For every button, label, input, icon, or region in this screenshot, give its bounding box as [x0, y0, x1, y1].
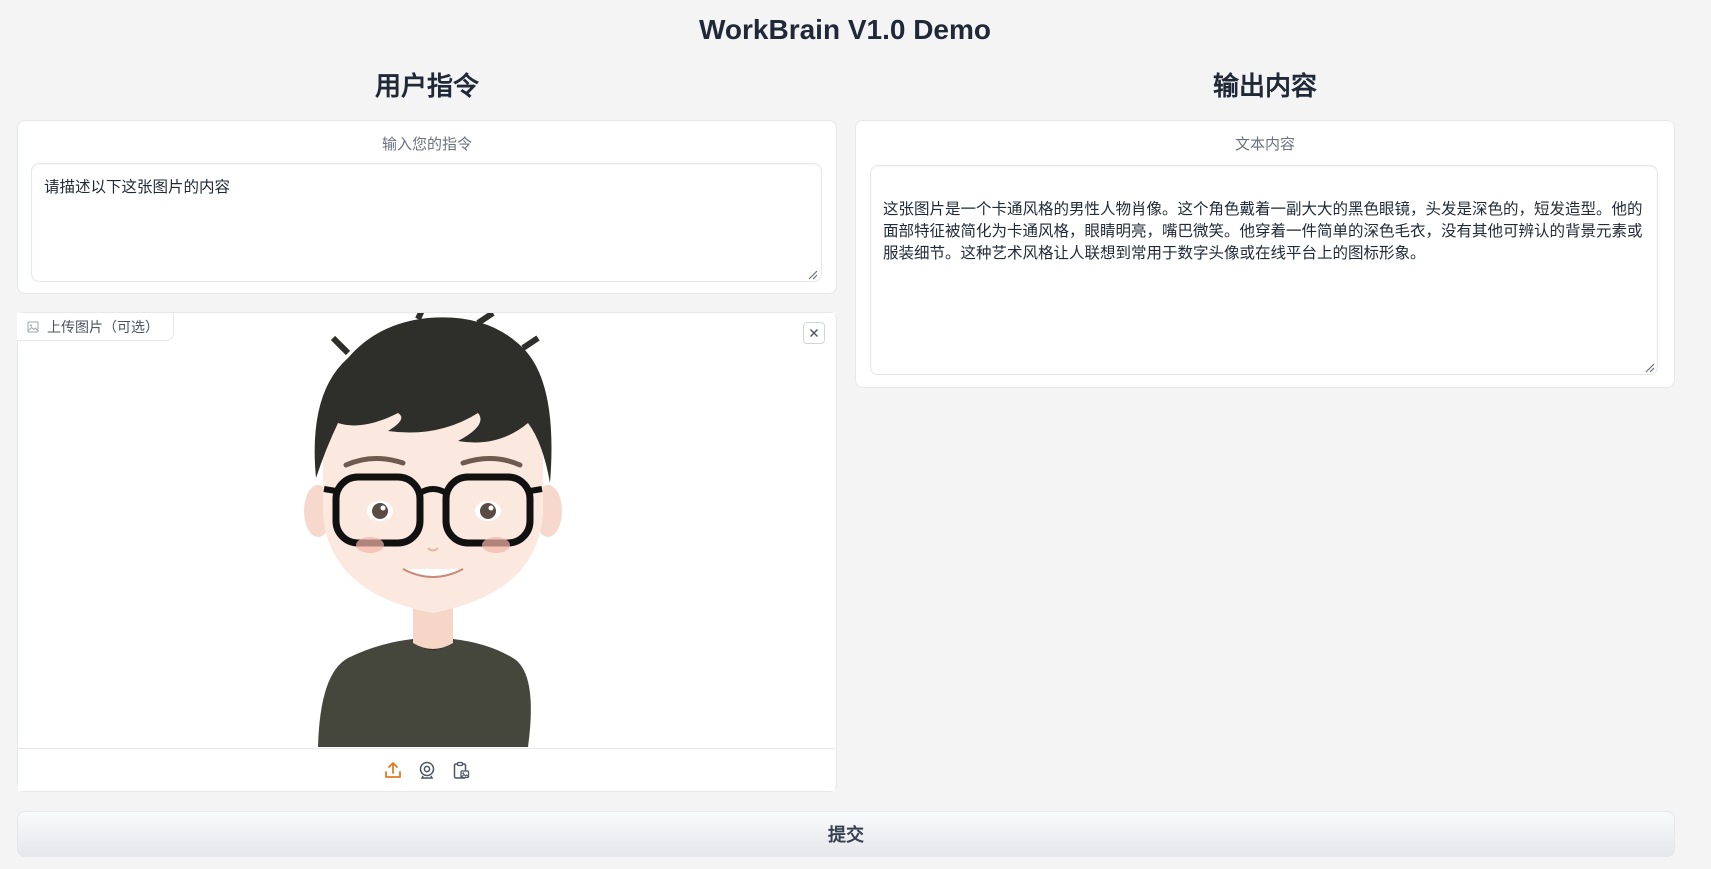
user-instruction-heading: 用户指令 [374, 72, 479, 102]
webcam-icon [419, 761, 434, 779]
image-upload-label-text: 上传图片（可选） [47, 319, 159, 336]
resize-handle-icon[interactable] [1645, 363, 1655, 373]
output-content-heading: 输出内容 [1212, 72, 1317, 102]
upload-icon [384, 762, 401, 778]
instruction-label: 输入您的指令 [381, 135, 472, 153]
uploaded-image [18, 313, 835, 747]
app-title: WorkBrain V1.0 Demo [698, 14, 992, 45]
upload-button[interactable] [382, 759, 404, 781]
image-upload-label: 上传图片（可选） [17, 313, 174, 341]
image-icon [27, 321, 39, 332]
webcam-button[interactable] [416, 759, 438, 781]
image-source-toolbar [18, 748, 835, 791]
output-textbox[interactable]: 这张图片是一个卡通风格的男性人物肖像。这个角色戴着一副大大的黑色眼镜，头发是深色… [870, 165, 1658, 375]
app-root: WorkBrain V1.0 Demo 用户指令 输出内容 输入您的指令 请描述… [0, 0, 1711, 869]
submit-button[interactable]: 提交 [17, 811, 1675, 857]
clear-image-button[interactable] [803, 322, 825, 344]
close-icon [810, 329, 818, 337]
output-label: 文本内容 [1234, 135, 1295, 153]
clipboard-icon [453, 761, 469, 779]
paste-from-clipboard-button[interactable] [450, 759, 472, 781]
cartoon-avatar-image [304, 313, 562, 747]
resize-handle-icon[interactable] [808, 270, 818, 280]
instruction-input[interactable]: 请描述以下这张图片的内容 [31, 163, 822, 282]
